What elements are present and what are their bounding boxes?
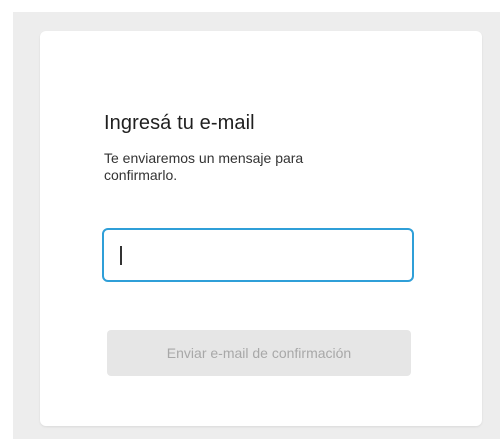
- email-form-card: Ingresá tu e-mail Te enviaremos un mensa…: [40, 31, 482, 426]
- page-subtitle: Te enviaremos un mensaje para confirmarl…: [104, 150, 304, 183]
- send-confirmation-button[interactable]: Enviar e-mail de confirmación: [107, 330, 411, 376]
- text-caret: [120, 246, 122, 265]
- page-title: Ingresá tu e-mail: [104, 112, 255, 134]
- email-field[interactable]: [102, 228, 414, 282]
- page-background: Ingresá tu e-mail Te enviaremos un mensa…: [13, 12, 500, 439]
